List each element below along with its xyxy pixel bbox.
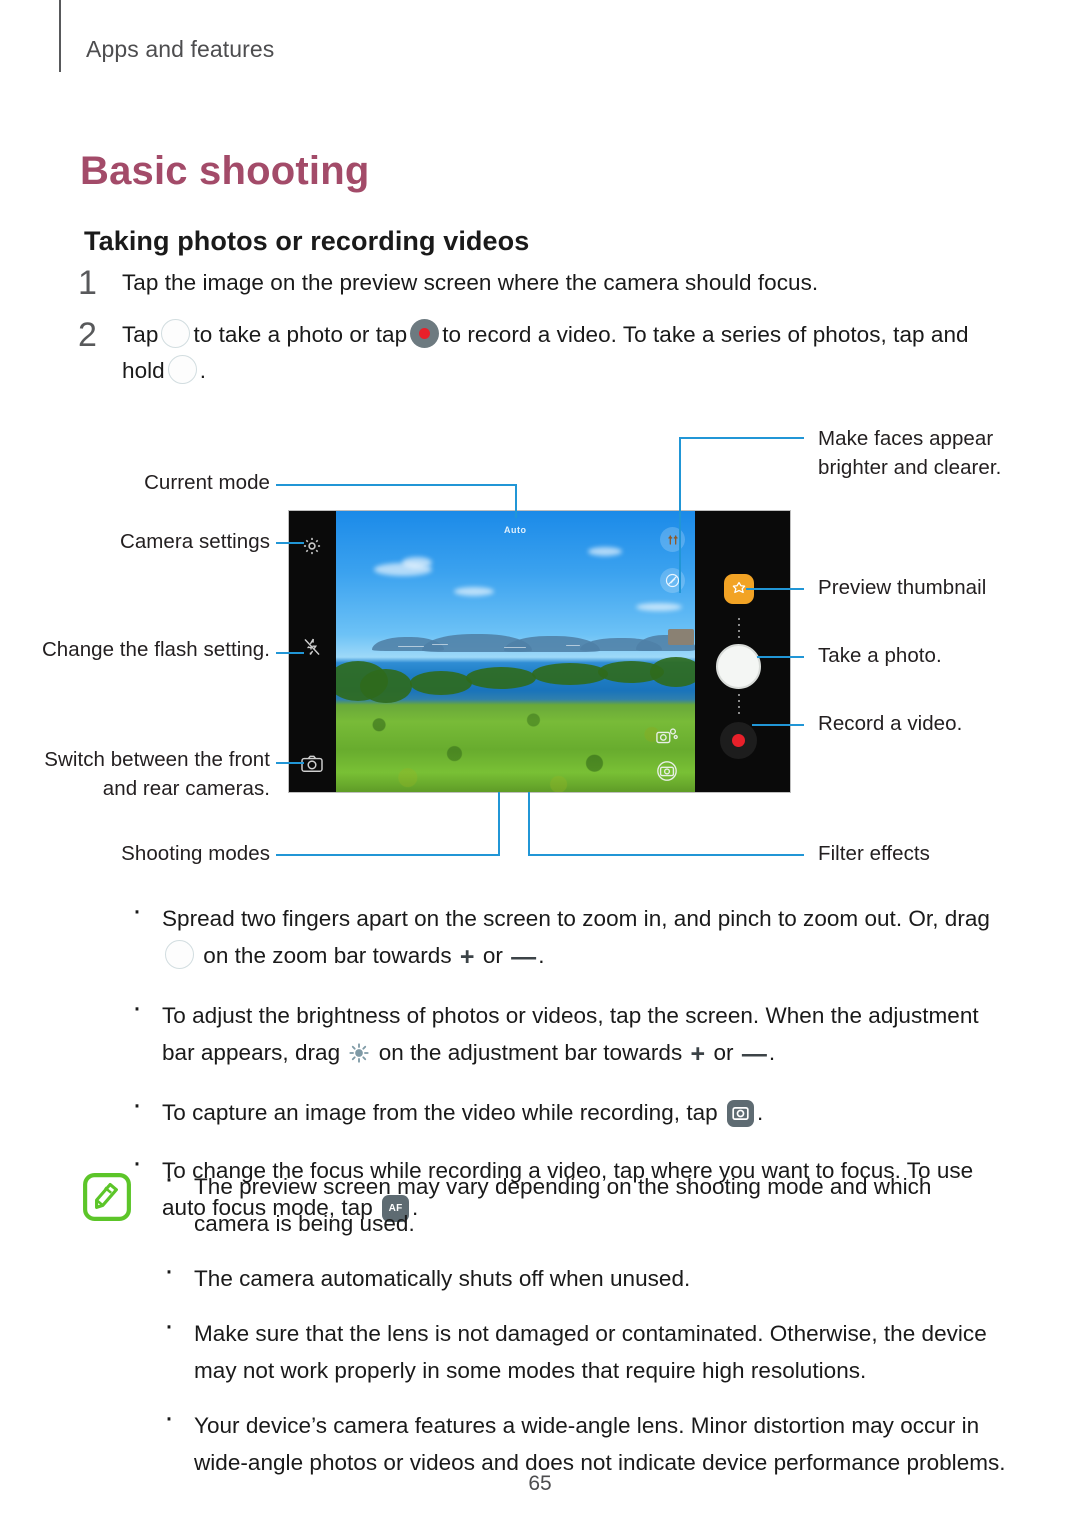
step-1-number: 1 — [78, 264, 97, 302]
bullet-2-part4: . — [768, 1040, 776, 1065]
list-item: The preview screen may vary depending on… — [160, 1162, 1012, 1242]
leader-switch-cameras — [276, 762, 304, 764]
leader-flash — [276, 652, 304, 654]
label-shooting-modes: Shooting modes — [121, 842, 270, 865]
note-bullet-list: The preview screen may vary depending on… — [160, 1162, 1012, 1481]
step-2-text-part4: . — [199, 358, 207, 383]
note-icon — [83, 1173, 131, 1221]
plus-icon: + — [690, 1040, 706, 1068]
step-1-text: Tap the image on the preview screen wher… — [122, 270, 819, 295]
record-button-icon — [410, 319, 440, 348]
page-edge-rule — [59, 0, 61, 72]
leader-take-photo — [757, 656, 804, 658]
current-mode-label: Auto — [504, 525, 527, 535]
steps-list: 1 Tap the image on the preview screen wh… — [78, 265, 1008, 405]
shutter-button-icon — [167, 355, 197, 384]
bokeh-shot-icon[interactable] — [655, 726, 679, 748]
plus-icon: + — [459, 943, 475, 971]
note-bullet-2: The camera automatically shuts off when … — [194, 1266, 691, 1291]
leader-camera-settings — [276, 542, 304, 544]
bullet-3-part2: . — [756, 1100, 764, 1125]
label-record-video: Record a video. — [818, 712, 963, 735]
bullet-3-text: To capture an image from the video while… — [162, 1094, 1008, 1131]
bullet-1-part2: on the zoom bar towards — [203, 943, 452, 968]
leader-current-mode — [276, 484, 517, 486]
leader-make-faces-riser — [679, 437, 681, 593]
step-2-text-part2: to take a photo or tap — [193, 322, 408, 347]
leader-record-video — [752, 724, 804, 726]
capture-frame-icon — [726, 1100, 754, 1127]
list-item: Make sure that the lens is not damaged o… — [160, 1309, 1012, 1389]
page-number: 65 — [528, 1472, 552, 1495]
capture-frame-icon[interactable] — [655, 760, 679, 782]
record-button[interactable] — [720, 722, 757, 759]
bullet-1-part3: or — [482, 943, 503, 968]
gear-icon[interactable] — [301, 535, 323, 557]
shutter-button-icon — [161, 319, 191, 348]
bullet-2-text: To adjust the brightness of photos or vi… — [162, 997, 1008, 1073]
list-item: Your device’s camera features a wide-ang… — [160, 1401, 1012, 1481]
label-camera-settings: Camera settings — [119, 530, 270, 553]
bullet-1-part4: . — [538, 943, 545, 968]
label-filter-effects: Filter effects — [818, 842, 930, 865]
label-take-photo: Take a photo. — [818, 644, 942, 667]
list-item: To capture an image from the video while… — [128, 1088, 1008, 1131]
bullet-3-part1: To capture an image from the video while… — [162, 1100, 718, 1125]
minus-icon: — — [511, 943, 537, 971]
label-preview-thumbnail: Preview thumbnail — [818, 576, 987, 599]
camera-switch-icon[interactable] — [300, 754, 324, 774]
flash-off-icon[interactable] — [302, 636, 322, 658]
note-bullet-1: The preview screen may vary depending on… — [194, 1174, 932, 1236]
step-2-number: 2 — [78, 316, 97, 354]
page-title: Basic shooting — [80, 148, 370, 193]
camera-right-toolbar — [695, 511, 790, 792]
label-switch-cameras: Switch between the front and rear camera… — [44, 748, 270, 800]
shutter-button[interactable] — [716, 644, 761, 689]
step-2-text-part1: Tap — [122, 322, 159, 347]
bullet-2-part2: on the adjustment bar towards — [378, 1040, 683, 1065]
bullet-1-text: Spread two fingers apart on the screen t… — [162, 900, 1008, 976]
leader-shooting-modes-riser — [498, 792, 500, 856]
list-item: Spread two fingers apart on the screen t… — [128, 894, 1008, 976]
step-1: 1 Tap the image on the preview screen wh… — [78, 265, 1008, 301]
minus-icon: — — [741, 1040, 767, 1068]
leader-shooting-modes — [276, 854, 500, 856]
leader-current-mode-drop — [515, 484, 517, 518]
note-bullet-3: Make sure that the lens is not damaged o… — [194, 1321, 987, 1383]
step-2: 2 Tap to take a photo or tap to record a v… — [78, 317, 1008, 389]
list-item: The camera automatically shuts off when … — [160, 1254, 1012, 1297]
brightness-handle-icon — [349, 1043, 370, 1063]
leader-preview-thumbnail — [746, 588, 804, 590]
note-bullet-4: Your device’s camera features a wide-ang… — [194, 1413, 1006, 1475]
zoom-drag-handle-icon — [165, 940, 194, 969]
leader-make-faces — [679, 437, 804, 439]
section-title: Taking photos or recording videos — [84, 226, 530, 257]
camera-viewfinder-image — [336, 511, 695, 792]
phone-preview-screen: Auto — [289, 511, 790, 792]
face-beauty-icon[interactable] — [660, 527, 685, 552]
bullet-2-part3: or — [713, 1040, 734, 1065]
bullet-1-part1: Spread two fingers apart on the screen t… — [162, 906, 990, 931]
filter-effects-icon[interactable] — [660, 568, 685, 593]
step-2-text: Tap to take a photo or tap to record a vid… — [122, 317, 1008, 389]
leader-filter-effects-riser — [528, 792, 530, 856]
note-callout: The preview screen may vary depending on… — [82, 1162, 1012, 1499]
label-change-flash: Change the flash setting. — [41, 638, 270, 661]
label-make-faces: Make faces appear brighter and clearer. — [818, 427, 1002, 479]
breadcrumb: Apps and features — [86, 36, 275, 62]
list-item: To adjust the brightness of photos or vi… — [128, 991, 1008, 1073]
leader-filter-effects — [528, 854, 804, 856]
camera-preview-diagram: Auto Current mode Camera settings Change… — [0, 420, 1080, 890]
label-current-mode: Current mode — [144, 471, 270, 494]
